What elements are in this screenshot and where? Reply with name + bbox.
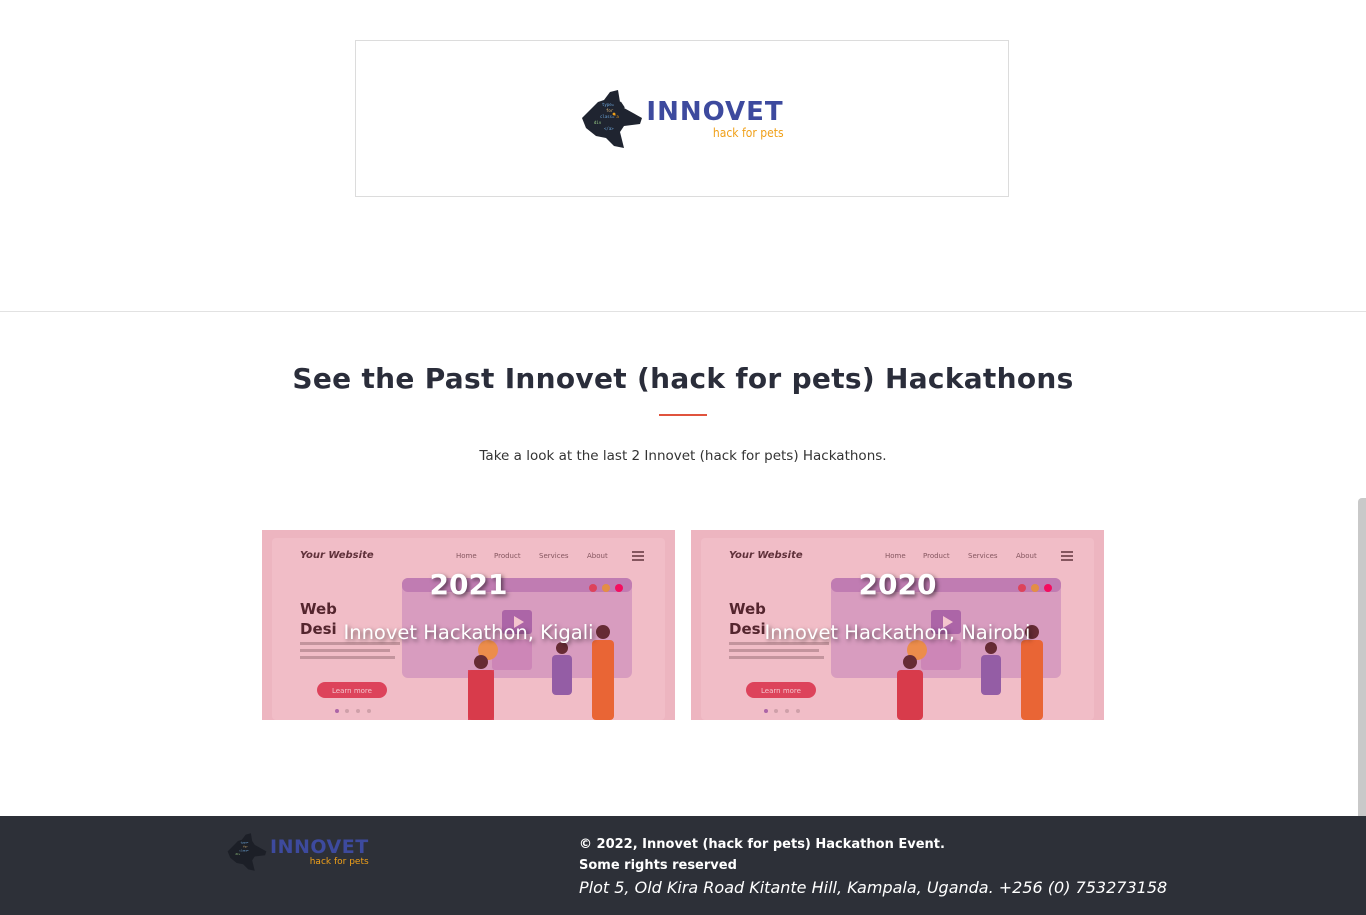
dog-head-icon: type= for class= div [227,833,267,871]
hackathon-card-2020[interactable]: Your Website Home Product Services About… [691,530,1104,720]
innovet-logo[interactable]: type= for class= "a div </a> INNOVET hac… [580,88,784,150]
svg-text:type=: type= [602,102,615,107]
section-subtitle: Take a look at the last 2 Innovet (hack … [479,448,887,464]
sponsor-logo-box[interactable]: type= for class= "a div </a> INNOVET hac… [355,40,1009,197]
svg-text:type=: type= [241,841,249,845]
footer-logo[interactable]: type= for class= div INNOVET hack for pe… [226,832,369,872]
section-title: See the Past Innovet (hack for pets) Hac… [292,362,1074,395]
card-year: 2021 [429,568,508,601]
svg-text:for: for [243,844,248,848]
section-divider [0,311,1366,312]
logo-brand-text: INNOVET [646,96,784,127]
dog-head-icon: type= for class= "a div </a> [582,89,643,148]
address-text: Plot 5, Old Kira Road Kitante Hill, Kamp… [579,878,1168,897]
rights-text: Some rights reserved [579,858,737,873]
svg-text:div: div [594,120,602,125]
logo-tagline-text: hack for pets [712,125,784,140]
card-event-title[interactable]: Innovet Hackathon, Nairobi [691,621,1104,644]
footer-tagline-text: hack for pets [309,856,369,867]
svg-text:class=: class= [600,114,615,119]
card-event-title[interactable]: Innovet Hackathon, Kigali [262,621,675,644]
svg-text:for: for [606,108,614,113]
copyright-text: © 2022, Innovet (hack for pets) Hackatho… [579,837,945,852]
svg-text:</a>: </a> [604,126,614,131]
title-underline [659,414,707,416]
footer-brand-text: INNOVET [270,835,369,858]
hackathon-card-2021[interactable]: Your Website Home Product Services About… [262,530,675,720]
site-footer: type= for class= div INNOVET hack for pe… [0,816,1366,915]
card-year: 2020 [858,568,937,601]
page: type= for class= "a div </a> INNOVET hac… [0,0,1366,915]
svg-text:div: div [235,852,240,856]
footer-info: © 2022, Innovet (hack for pets) Hackatho… [579,834,1167,897]
svg-text:class=: class= [239,848,249,852]
